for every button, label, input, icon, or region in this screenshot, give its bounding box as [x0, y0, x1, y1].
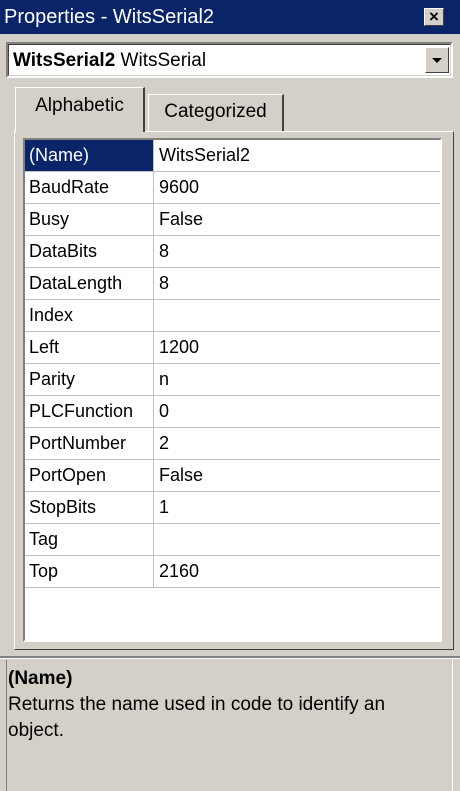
tab-categorized[interactable]: Categorized [148, 94, 284, 132]
object-type: WitsSerial [120, 50, 207, 71]
property-value[interactable]: WitsSerial2 [155, 140, 440, 171]
property-row[interactable]: (Name) WitsSerial2 [25, 140, 440, 172]
property-row[interactable]: Parity n [25, 364, 440, 396]
property-value[interactable]: 9600 [155, 172, 440, 203]
property-value[interactable]: 0 [155, 396, 440, 427]
property-name[interactable]: DataLength [25, 268, 154, 299]
property-row[interactable]: Busy False [25, 204, 440, 236]
tab-alphabetic[interactable]: Alphabetic [15, 87, 145, 132]
title-bar[interactable]: Properties - WitsSerial2 × [0, 0, 460, 34]
property-row[interactable]: PortNumber 2 [25, 428, 440, 460]
property-row[interactable]: StopBits 1 [25, 492, 440, 524]
description-text: Returns the name used in code to identif… [8, 694, 386, 741]
property-name[interactable]: PLCFunction [25, 396, 154, 427]
property-value[interactable]: 1200 [155, 332, 440, 363]
properties-window: Properties - WitsSerial2 × WitsSerial2 W… [0, 0, 460, 791]
property-row[interactable]: PortOpen False [25, 460, 440, 492]
property-row[interactable]: BaudRate 9600 [25, 172, 440, 204]
close-icon: × [429, 7, 439, 26]
property-row[interactable]: DataBits 8 [25, 236, 440, 268]
property-value[interactable]: 2 [155, 428, 440, 459]
property-row[interactable]: PLCFunction 0 [25, 396, 440, 428]
property-value[interactable]: False [155, 460, 440, 491]
property-name[interactable]: Parity [25, 364, 154, 395]
property-value[interactable] [155, 300, 440, 331]
property-value[interactable]: 1 [155, 492, 440, 523]
property-name[interactable]: Busy [25, 204, 154, 235]
object-selector-dropdown-button[interactable] [425, 47, 449, 73]
property-name[interactable]: StopBits [25, 492, 154, 523]
property-row[interactable]: Tag [25, 524, 440, 556]
property-name[interactable]: DataBits [25, 236, 154, 267]
property-name[interactable]: Top [25, 556, 154, 587]
property-name[interactable]: PortOpen [25, 460, 154, 491]
property-name[interactable]: PortNumber [25, 428, 154, 459]
property-name[interactable]: Tag [25, 524, 154, 555]
chevron-down-icon [432, 58, 442, 63]
property-value[interactable]: False [155, 204, 440, 235]
property-value[interactable]: 8 [155, 236, 440, 267]
property-value[interactable]: 8 [155, 268, 440, 299]
object-name: WitsSerial2 [13, 50, 116, 71]
property-name[interactable]: Left [25, 332, 154, 363]
property-value[interactable]: 2160 [155, 556, 440, 587]
property-name[interactable]: (Name) [25, 140, 154, 171]
property-grid[interactable]: (Name) WitsSerial2 BaudRate 9600 Busy False Da… [23, 138, 442, 642]
object-selector[interactable]: WitsSerial2 WitsSerial [6, 42, 453, 78]
description-splitter[interactable] [0, 656, 460, 659]
description-title: (Name) [8, 668, 73, 689]
property-row[interactable]: Index [25, 300, 440, 332]
property-value[interactable]: n [155, 364, 440, 395]
window-title: Properties - WitsSerial2 [4, 6, 215, 28]
property-name[interactable]: Index [25, 300, 154, 331]
property-value[interactable] [155, 524, 440, 555]
object-selector-value: WitsSerial2 WitsSerial [13, 51, 206, 71]
property-name[interactable]: BaudRate [25, 172, 154, 203]
property-row[interactable]: DataLength 8 [25, 268, 440, 300]
close-button[interactable]: × [424, 8, 444, 26]
property-row[interactable]: Left 1200 [25, 332, 440, 364]
property-row[interactable]: Top 2160 [25, 556, 440, 588]
